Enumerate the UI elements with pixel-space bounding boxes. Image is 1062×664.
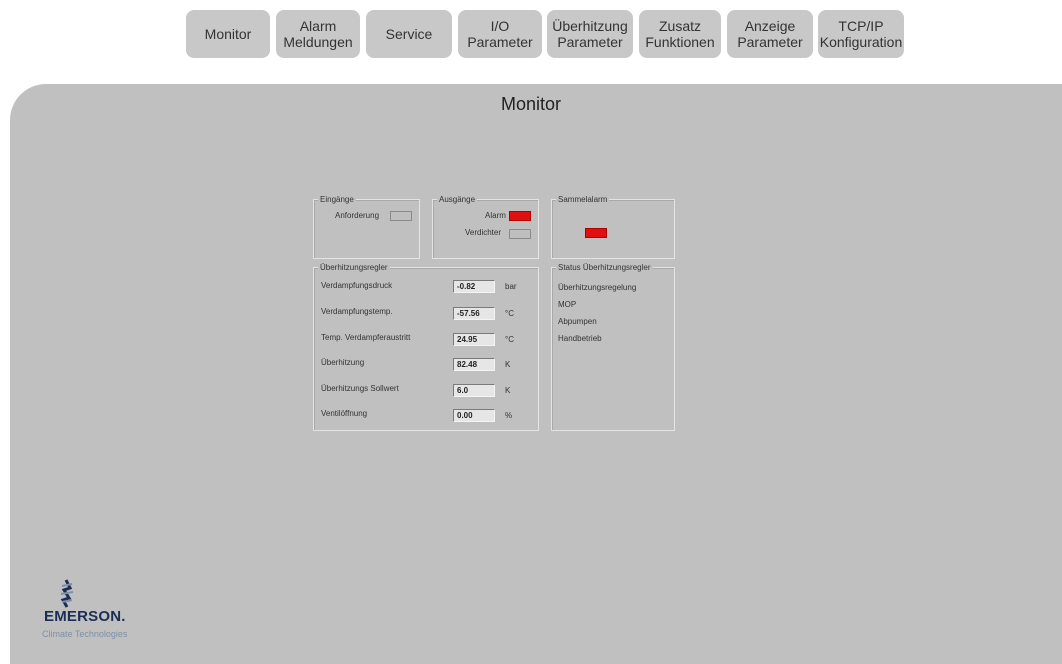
emerson-emblem-icon bbox=[60, 579, 74, 608]
verdampfungstemp-value: -57.56 bbox=[453, 307, 495, 320]
tab-bar: Monitor Alarm Meldungen Service I/O Para… bbox=[0, 0, 1062, 70]
status-ueberhitzungsregelung: Überhitzungsregelung bbox=[558, 283, 637, 292]
sollwert-label: Überhitzungs Sollwert bbox=[321, 384, 399, 393]
verdichter-indicator bbox=[509, 229, 531, 239]
verdampfungstemp-label: Verdampfungstemp. bbox=[321, 307, 393, 316]
tab-monitor[interactable]: Monitor bbox=[186, 10, 270, 58]
emerson-logo: EMERSON. Climate Technologies bbox=[42, 578, 164, 640]
verdampferaustritt-value: 24.95 bbox=[453, 333, 495, 346]
status-abpumpen: Abpumpen bbox=[558, 317, 597, 326]
ventiloeffnung-label: Ventilöffnung bbox=[321, 409, 368, 418]
ventiloeffnung-unit: % bbox=[505, 411, 513, 420]
verdampferaustritt-unit: °C bbox=[505, 335, 514, 344]
ueberhitzung-value: 82.48 bbox=[453, 358, 495, 371]
ueberhitzungsregler-title: Überhitzungsregler bbox=[318, 263, 390, 273]
ventiloeffnung-value: 0.00 bbox=[453, 409, 495, 422]
verdampferaustritt-label: Temp. Verdampferaustritt bbox=[321, 333, 411, 342]
ueberhitzung-unit: K bbox=[505, 360, 511, 369]
verdichter-label: Verdichter bbox=[465, 228, 502, 237]
tab-anzeige-parameter[interactable]: Anzeige Parameter bbox=[727, 10, 813, 58]
status-mop: MOP bbox=[558, 300, 577, 309]
tab-ueberhitzung-parameter[interactable]: Überhitzung Parameter bbox=[547, 10, 633, 58]
emerson-logo-name: EMERSON. bbox=[44, 608, 126, 625]
tab-service[interactable]: Service bbox=[366, 10, 452, 58]
verdampfungsdruck-value: -0.82 bbox=[453, 280, 495, 293]
sammelalarm-title: Sammelalarm bbox=[556, 195, 610, 205]
ueberhitzungsregler-group: Überhitzungsregler Verdampfungsdruck -0.… bbox=[313, 263, 539, 431]
alarm-indicator bbox=[509, 211, 531, 221]
tab-zusatz-funktionen[interactable]: Zusatz Funktionen bbox=[639, 10, 721, 58]
verdampfungsdruck-label: Verdampfungsdruck bbox=[321, 281, 393, 290]
verdampfungstemp-unit: °C bbox=[505, 309, 514, 318]
ausgaenge-title: Ausgänge bbox=[437, 195, 478, 205]
emerson-logo-tagline: Climate Technologies bbox=[42, 629, 128, 639]
anforderung-indicator bbox=[390, 211, 412, 221]
ueberhitzung-label: Überhitzung bbox=[321, 358, 365, 367]
status-group: Status Überhitzungsregler Überhitzungsre… bbox=[551, 263, 675, 431]
status-title: Status Überhitzungsregler bbox=[556, 263, 653, 273]
ausgaenge-group: Ausgänge Alarm Verdichter bbox=[432, 195, 539, 259]
alarm-label: Alarm bbox=[485, 211, 506, 220]
status-handbetrieb: Handbetrieb bbox=[558, 334, 602, 343]
verdampfungsdruck-unit: bar bbox=[505, 282, 517, 291]
sammelalarm-indicator bbox=[585, 228, 607, 238]
sollwert-value: 6.0 bbox=[453, 384, 495, 397]
tab-io-parameter[interactable]: I/O Parameter bbox=[458, 10, 542, 58]
anforderung-label: Anforderung bbox=[335, 211, 380, 220]
tab-alarm-meldungen[interactable]: Alarm Meldungen bbox=[276, 10, 360, 58]
eingaenge-title: Eingänge bbox=[318, 195, 356, 205]
sollwert-unit: K bbox=[505, 386, 511, 395]
eingaenge-group: Eingänge Anforderung bbox=[313, 195, 420, 259]
sammelalarm-group: Sammelalarm bbox=[551, 195, 675, 259]
page-title: Monitor bbox=[500, 94, 562, 114]
tab-tcpip-konfiguration[interactable]: TCP/IP Konfiguration bbox=[818, 10, 904, 58]
